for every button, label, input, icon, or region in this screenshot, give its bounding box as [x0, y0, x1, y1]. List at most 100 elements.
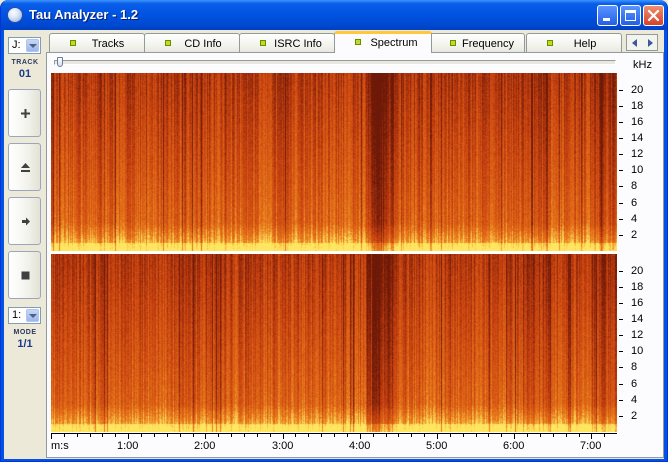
- close-button[interactable]: [643, 5, 664, 26]
- frequency-tick: [619, 90, 623, 91]
- time-minor-tick: [102, 434, 103, 437]
- play-button[interactable]: [8, 197, 41, 245]
- time-minor-tick: [77, 434, 78, 437]
- frequency-tick: [619, 154, 623, 155]
- frequency-tick-label: 16: [631, 116, 644, 128]
- track-number: 01: [18, 68, 32, 80]
- time-minor-tick: [527, 434, 528, 437]
- tab-isrc-info[interactable]: ISRC Info: [239, 33, 335, 53]
- position-slider-track[interactable]: [54, 60, 616, 65]
- frequency-tick: [619, 287, 623, 288]
- drive-select[interactable]: J:: [8, 37, 41, 54]
- frequency-tick: [619, 271, 623, 272]
- window-title: Tau Analyzer - 1.2: [29, 7, 139, 22]
- client-area: J: TRACK 01 1: MODE 1/1 Tracks CD Info I…: [4, 30, 664, 459]
- chevron-down-icon: [29, 44, 37, 48]
- chevron-down-icon: [29, 314, 37, 318]
- time-minor-tick: [463, 434, 464, 437]
- tab-tracks[interactable]: Tracks: [49, 33, 145, 53]
- tab-label: ISRC Info: [274, 38, 322, 50]
- time-minor-tick: [90, 434, 91, 437]
- plus-icon: [21, 109, 30, 118]
- spectrum-panel: kHz 20 18 16 14 12 10 8 6 4 2 20 18 16 14 12 10 8 6 4 2 m:s…: [46, 52, 664, 458]
- eject-icon: [21, 163, 30, 172]
- volume-up-button[interactable]: [8, 89, 41, 137]
- time-minor-tick: [180, 434, 181, 437]
- frequency-tick: [619, 138, 623, 139]
- position-slider-thumb[interactable]: [57, 57, 63, 67]
- time-tick-label: 4:00: [349, 440, 371, 452]
- frequency-tick-label: 18: [631, 281, 644, 293]
- frequency-tick: [619, 351, 623, 352]
- frequency-tick-label: 14: [631, 313, 644, 325]
- time-minor-tick: [141, 434, 142, 437]
- time-minor-tick: [295, 434, 296, 437]
- frequency-tick-label: 14: [631, 132, 644, 144]
- frequency-tick: [619, 235, 623, 236]
- time-major-tick: [591, 434, 592, 439]
- app-window: Tau Analyzer - 1.2 J: TRACK 01 1: MODE 1…: [0, 0, 668, 462]
- time-minor-tick: [488, 434, 489, 437]
- tab-label: Help: [573, 38, 597, 50]
- mode-select[interactable]: 1:: [8, 307, 41, 324]
- play-icon: [22, 217, 30, 226]
- frequency-tick: [619, 416, 623, 417]
- frequency-tick-label: 20: [631, 84, 644, 96]
- frequency-tick-label: 12: [631, 148, 644, 160]
- title-bar[interactable]: Tau Analyzer - 1.2: [1, 0, 667, 30]
- time-major-tick: [51, 434, 52, 439]
- frequency-tick-label: 4: [631, 213, 638, 225]
- time-major-tick: [205, 434, 206, 439]
- mode-select-dropdown-button[interactable]: [26, 309, 39, 322]
- frequency-tick: [619, 400, 623, 401]
- time-minor-tick: [115, 434, 116, 437]
- tab-spectrum[interactable]: Spectrum: [334, 31, 432, 53]
- time-minor-tick: [270, 434, 271, 437]
- time-minor-tick: [540, 434, 541, 437]
- time-minor-tick: [231, 434, 232, 437]
- time-minor-tick: [244, 434, 245, 437]
- time-minor-tick: [193, 434, 194, 437]
- time-minor-tick: [347, 434, 348, 437]
- time-tick-label: 3:00: [272, 440, 294, 452]
- time-minor-tick: [604, 434, 605, 437]
- spectrogram-right-channel: [51, 254, 617, 432]
- tab-label: Tracks: [91, 38, 125, 50]
- time-minor-tick: [334, 434, 335, 437]
- time-minor-tick: [373, 434, 374, 437]
- time-minor-tick: [218, 434, 219, 437]
- minimize-button[interactable]: [597, 5, 618, 26]
- tab-scroll-buttons: [626, 34, 658, 51]
- app-icon[interactable]: [7, 7, 23, 23]
- close-icon: [647, 9, 660, 22]
- time-minor-tick: [476, 434, 477, 437]
- time-minor-tick: [154, 434, 155, 437]
- frequency-tick: [619, 203, 623, 204]
- time-minor-tick: [411, 434, 412, 437]
- frequency-tick-label: 10: [631, 345, 644, 357]
- eject-button[interactable]: [8, 143, 41, 191]
- time-tick-label: 2:00: [194, 440, 216, 452]
- frequency-tick-label: 4: [631, 394, 638, 406]
- tab-help[interactable]: Help: [526, 33, 622, 53]
- time-minor-tick: [64, 434, 65, 437]
- drive-select-dropdown-button[interactable]: [26, 39, 39, 52]
- frequency-tick: [619, 319, 623, 320]
- stop-button[interactable]: [8, 251, 41, 299]
- time-minor-tick: [398, 434, 399, 437]
- frequency-tick-label: 2: [631, 229, 638, 241]
- tab-frequency[interactable]: Frequency: [429, 33, 525, 53]
- drive-select-value: J:: [12, 39, 21, 51]
- scroll-left-icon[interactable]: [632, 39, 637, 47]
- time-axis: m:s 1:00 2:00 3:00 4:00 5:00 6:00 7:00: [51, 433, 617, 457]
- stop-icon: [21, 271, 30, 280]
- frequency-tick: [619, 106, 623, 107]
- scroll-right-icon[interactable]: [648, 39, 653, 47]
- frequency-tick-label: 8: [631, 180, 638, 192]
- frequency-tick: [619, 384, 623, 385]
- frequency-tick: [619, 367, 623, 368]
- time-minor-tick: [386, 434, 387, 437]
- maximize-button[interactable]: [620, 5, 641, 26]
- tab-cd-info[interactable]: CD Info: [144, 33, 240, 53]
- frequency-tick-label: 10: [631, 164, 644, 176]
